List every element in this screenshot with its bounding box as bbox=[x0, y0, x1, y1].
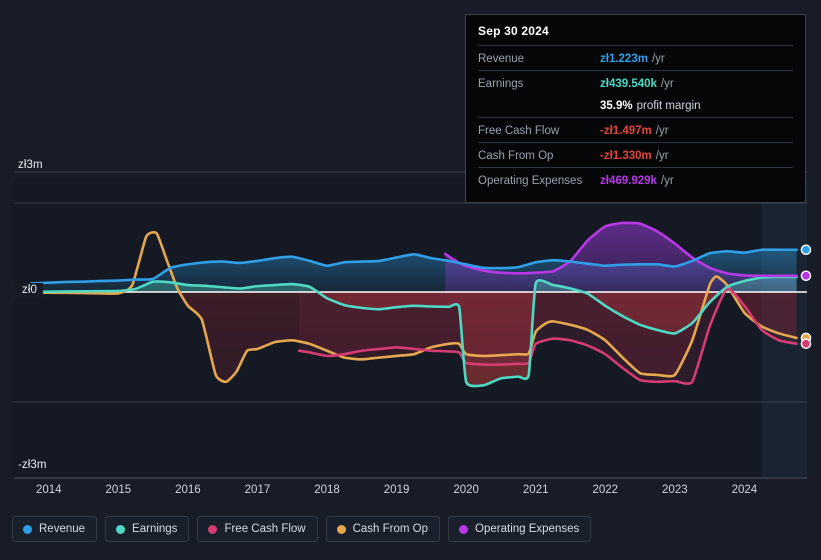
x-axis-label-2022: 2022 bbox=[592, 484, 619, 496]
tooltip-row-value-wrap: -zł1.497m/yr bbox=[600, 121, 669, 139]
tooltip-row-value: zł469.929k bbox=[600, 175, 657, 187]
tooltip-row: Free Cash Flow -zł1.497m/yr bbox=[478, 117, 793, 142]
tooltip-row-unit: /yr bbox=[660, 175, 674, 187]
tooltip-row-value: -zł1.497m bbox=[600, 125, 652, 137]
tooltip-row-value-wrap: zł1.223m/yr bbox=[600, 49, 665, 67]
endpoint-marker-revenue bbox=[800, 244, 812, 256]
tooltip-row-unit: /yr bbox=[655, 125, 669, 137]
legend-color-dot-icon bbox=[208, 524, 218, 534]
x-axis-label-2016: 2016 bbox=[175, 484, 201, 496]
tooltip-row-label: Revenue bbox=[478, 53, 525, 65]
x-axis-label-2014: 2014 bbox=[35, 484, 62, 496]
data-tooltip: Sep 30 2024 Revenue zł1.223m/yr Earnings zł… bbox=[465, 14, 806, 203]
legend-item-label: Cash From Op bbox=[352, 523, 429, 535]
x-axis-label-2015: 2015 bbox=[105, 484, 132, 496]
tooltip-row: Cash From Op -zł1.330m/yr bbox=[478, 142, 793, 167]
endpoint-marker-operating-expenses bbox=[800, 270, 812, 282]
tooltip-date: Sep 30 2024 bbox=[478, 24, 549, 38]
tooltip-row-unit: /yr bbox=[660, 78, 674, 90]
legend-item-label: Free Cash Flow bbox=[224, 523, 306, 535]
tooltip-row-label: Operating Expenses bbox=[478, 175, 583, 187]
tooltip-row-unit: profit margin bbox=[636, 100, 701, 112]
x-axis-label-2019: 2019 bbox=[383, 484, 410, 496]
tooltip-row-value: zł439.540k bbox=[600, 78, 657, 90]
x-axis-label-2023: 2023 bbox=[662, 484, 688, 496]
tooltip-row-unit: /yr bbox=[655, 150, 669, 162]
tooltip-row-value: zł1.223m bbox=[600, 53, 648, 65]
tooltip-row: 35.9% profit margin bbox=[478, 95, 793, 117]
tooltip-row: Earnings zł439.540k/yr bbox=[478, 70, 793, 95]
legend-color-dot-icon bbox=[459, 524, 469, 534]
tooltip-row-label: Earnings bbox=[478, 78, 524, 90]
chart-legend[interactable]: Revenue Earnings Free Cash Flow Cash From O… bbox=[12, 516, 592, 542]
tooltip-row-unit: /yr bbox=[651, 53, 665, 65]
tooltip-row-label: Free Cash Flow bbox=[478, 125, 560, 137]
legend-item-label: Operating Expenses bbox=[475, 523, 580, 535]
tooltip-rows: Revenue zł1.223m/yr Earnings zł439.540k/yr 3… bbox=[478, 45, 793, 192]
legend-color-dot-icon bbox=[336, 524, 346, 534]
tooltip-row: Revenue zł1.223m/yr bbox=[478, 45, 793, 70]
tooltip-row-value: -zł1.330m bbox=[600, 150, 652, 162]
legend-item-label: Earnings bbox=[132, 523, 178, 535]
endpoint-marker-free-cash-flow bbox=[800, 338, 812, 350]
x-axis-label-2021: 2021 bbox=[522, 484, 549, 496]
tooltip-row-value: 35.9% bbox=[600, 100, 633, 112]
tooltip-row-value-wrap: zł469.929k/yr bbox=[600, 171, 674, 189]
legend-item-revenue[interactable]: Revenue bbox=[12, 516, 98, 542]
financial-chart-panel: zł3m zł0 -zł3m 2014 2015 2016 2017 2018 2019 2… bbox=[0, 0, 821, 560]
tooltip-row-value-wrap: 35.9% profit margin bbox=[600, 96, 701, 114]
legend-item-free-cash-flow[interactable]: Free Cash Flow bbox=[197, 516, 318, 542]
legend-item-label: Revenue bbox=[39, 523, 86, 535]
x-axis-label-2017: 2017 bbox=[244, 484, 271, 496]
tooltip-row-value-wrap: -zł1.330m/yr bbox=[600, 146, 669, 164]
x-axis-label-2018: 2018 bbox=[314, 484, 340, 496]
tooltip-row-value-wrap: zł439.540k/yr bbox=[600, 74, 674, 92]
y-axis-label-top: zł3m bbox=[18, 159, 43, 171]
y-axis-label-bottom: -zł3m bbox=[18, 459, 47, 471]
tooltip-row: Operating Expenses zł469.929k/yr bbox=[478, 167, 793, 192]
legend-color-dot-icon bbox=[23, 524, 32, 534]
legend-item-operating-expenses[interactable]: Operating Expenses bbox=[448, 516, 592, 542]
x-axis-label-2024: 2024 bbox=[731, 484, 758, 496]
tooltip-row-label: Cash From Op bbox=[478, 150, 554, 162]
legend-item-cash-from-op[interactable]: Cash From Op bbox=[325, 516, 441, 542]
legend-color-dot-icon bbox=[116, 524, 126, 534]
legend-item-earnings[interactable]: Earnings bbox=[105, 516, 190, 542]
y-axis-label-zero: zł0 bbox=[14, 283, 44, 298]
x-axis-label-2020: 2020 bbox=[453, 484, 479, 496]
